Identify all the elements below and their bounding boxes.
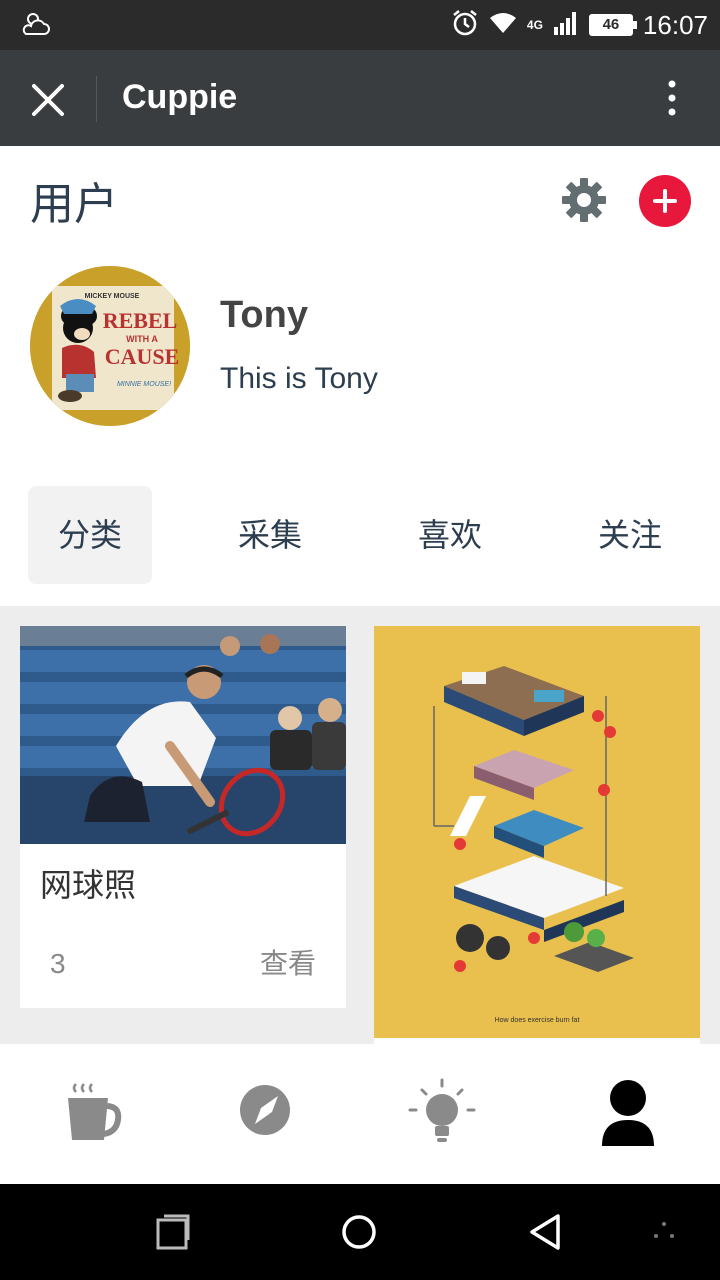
app-title: Cuppie xyxy=(122,78,238,116)
category-card[interactable]: 网球照 3 查看 xyxy=(20,626,346,1008)
recents-icon[interactable] xyxy=(146,1206,202,1262)
tab-categories[interactable]: 分类 xyxy=(28,486,152,584)
bottom-nav xyxy=(0,1044,720,1184)
view-link[interactable]: 查看 xyxy=(260,942,316,982)
card-title: 网球照 xyxy=(40,866,137,904)
wifi-icon xyxy=(489,11,517,39)
poster-caption: How does exercise burn fat xyxy=(495,1017,580,1024)
tab-collections[interactable]: 采集 xyxy=(208,486,332,584)
close-icon[interactable] xyxy=(22,74,74,126)
avatar-text-5: MINNIE MOUSE! xyxy=(117,381,171,388)
gear-icon[interactable] xyxy=(560,176,608,224)
weather-icon xyxy=(20,10,52,42)
avatar-text-4: CAUSE xyxy=(105,344,180,369)
card-poster: How does exercise burn fat xyxy=(374,626,700,1038)
user-name: Tony xyxy=(220,294,308,336)
alarm-icon xyxy=(451,9,479,41)
system-nav-bar xyxy=(0,1184,720,1280)
add-button[interactable] xyxy=(639,175,691,227)
title-divider xyxy=(96,76,97,122)
profile-tabs: 分类 采集 喜欢 关注 xyxy=(0,486,720,586)
item-count: 3 xyxy=(50,948,66,979)
app-title-bar: Cuppie xyxy=(0,50,720,146)
user-icon[interactable] xyxy=(588,1074,668,1154)
coffee-cup-icon[interactable] xyxy=(52,1074,132,1154)
tab-likes[interactable]: 喜欢 xyxy=(388,486,512,584)
page-title: 用户 xyxy=(30,179,118,230)
card-photo xyxy=(20,626,346,844)
lightbulb-icon[interactable] xyxy=(402,1074,482,1154)
more-vert-icon[interactable] xyxy=(650,76,694,120)
avatar-text-2: REBEL xyxy=(103,308,178,333)
user-bio: This is Tony xyxy=(220,362,378,395)
category-grid: 网球照 3 查看 How does exercise burn fat xyxy=(0,606,720,1044)
avatar[interactable]: MICKEY MOUSE REBEL WITH A CAUSE MINNIE M… xyxy=(30,266,190,426)
home-icon[interactable] xyxy=(331,1206,387,1262)
signal-icon xyxy=(553,11,579,39)
avatar-text-3: WITH A xyxy=(126,334,158,344)
battery-icon: 46 xyxy=(588,14,637,36)
status-bar: 4G 46 16:07 xyxy=(0,0,720,50)
compass-icon[interactable] xyxy=(226,1074,306,1154)
avatar-text-1: MICKEY MOUSE xyxy=(85,293,140,300)
category-card[interactable]: How does exercise burn fat xyxy=(374,626,700,1044)
back-icon[interactable] xyxy=(518,1206,574,1262)
assistant-icon[interactable] xyxy=(636,1206,692,1262)
clock: 16:07 xyxy=(642,9,708,40)
tab-following[interactable]: 关注 xyxy=(568,486,692,584)
network-type: 4G xyxy=(526,18,543,32)
